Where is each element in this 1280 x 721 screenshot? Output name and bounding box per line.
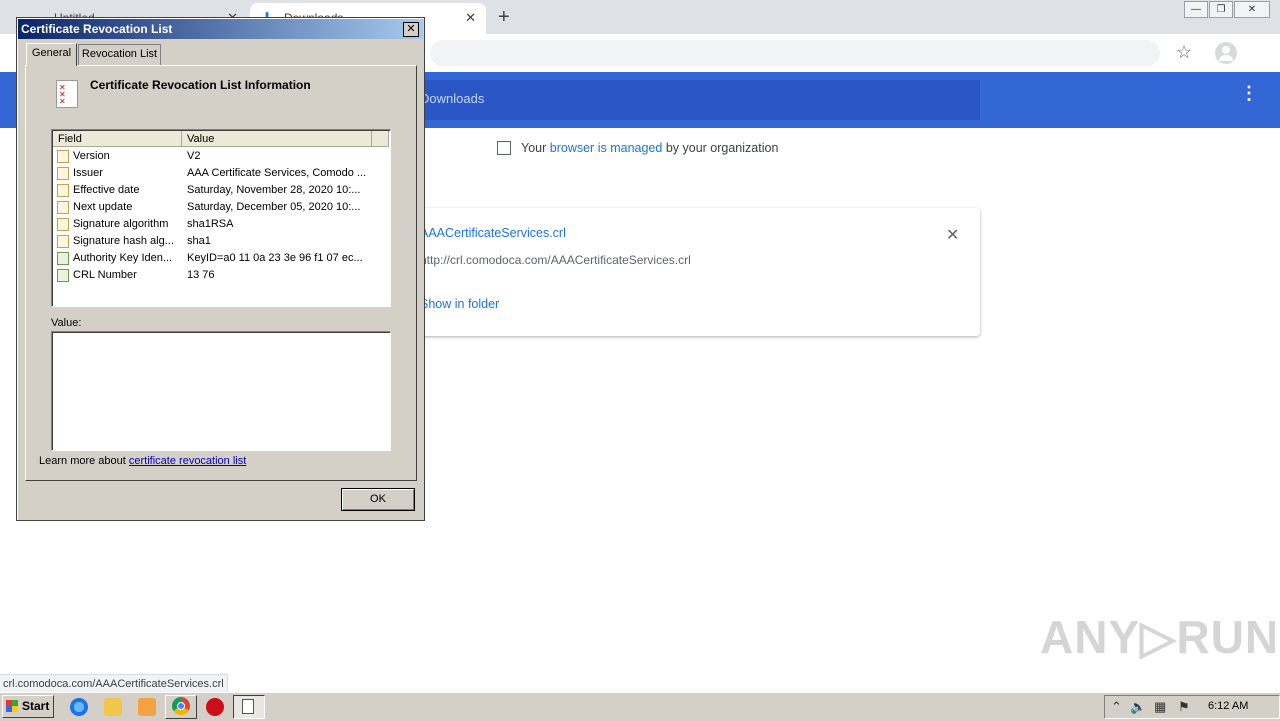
minimize-button[interactable]: — (1184, 1, 1208, 18)
status-bubble: crl.comodoca.com/AAACertificateServices.… (0, 674, 228, 694)
ok-button[interactable]: OK (341, 488, 415, 511)
start-label: Start (22, 699, 50, 713)
managed-suffix: by your organization (665, 141, 779, 155)
download-source-url: http://crl.comodoca.com/AAACertificateSe… (420, 253, 691, 267)
info-heading: Certificate Revocation List Information (90, 78, 311, 92)
list-row[interactable]: Effective date Saturday, November 28, 20… (54, 182, 374, 199)
column-header-field[interactable]: Field (53, 131, 182, 147)
bookmark-star-icon[interactable]: ☆ (1176, 42, 1192, 63)
chrome-icon (172, 697, 190, 715)
tab-revocation-list[interactable]: Revocation List (78, 44, 161, 65)
crl-dialog: Certificate Revocation List ✕ General Re… (16, 17, 425, 521)
list-row[interactable]: Issuer AAA Certificate Services, Comodo … (54, 165, 374, 182)
new-tab-button[interactable]: + (498, 6, 510, 29)
anyrun-watermark: ANY▷RUN (1040, 611, 1280, 663)
row-field: Next update (73, 201, 133, 213)
row-value: sha1 (187, 235, 211, 247)
media-player-icon[interactable] (138, 698, 156, 716)
dialog-title: Certificate Revocation List (21, 22, 173, 36)
row-field: Authority Key Iden... (73, 252, 173, 264)
start-button[interactable]: Start (2, 695, 54, 718)
row-value: sha1RSA (187, 218, 234, 230)
managed-prefix: Your (521, 141, 547, 155)
crl-window-taskbar-button[interactable] (233, 695, 265, 719)
address-bar[interactable] (430, 40, 1160, 66)
crl-document-icon: ✕ ✕ ✕ (56, 80, 78, 108)
opera-icon[interactable] (206, 698, 224, 716)
row-value: V2 (187, 150, 201, 162)
action-center-flag-icon[interactable]: ⚑ (1178, 699, 1190, 715)
crl-help-link[interactable]: certificate revocation list (129, 455, 246, 467)
window-close-button[interactable]: ✕ (1234, 1, 1270, 18)
field-icon (57, 201, 69, 214)
show-hidden-icons-icon[interactable]: ⌃ (1111, 699, 1122, 715)
row-field: Signature hash alg... (73, 235, 174, 247)
extension-icon (57, 269, 69, 282)
managed-notice: Your browser is managed by your organiza… (497, 141, 778, 155)
downloads-title: Downloads (420, 91, 485, 106)
field-icon (57, 150, 69, 163)
row-field: Issuer (73, 167, 103, 179)
file-explorer-icon[interactable] (104, 698, 122, 716)
row-field: Version (73, 150, 110, 162)
row-field: Signature algorithm (73, 218, 169, 230)
learn-prefix: Learn more about (39, 455, 126, 467)
row-value: AAA Certificate Services, Comodo ... (187, 167, 367, 179)
field-list[interactable]: Field Value Version V2 Issuer AAA Certif… (51, 129, 391, 307)
learn-more-text: Learn more about certificate revocation … (39, 455, 246, 467)
extension-icon (57, 252, 69, 265)
row-value: 13 76 (187, 269, 215, 281)
restore-button[interactable]: ❐ (1209, 1, 1233, 18)
list-row[interactable]: Version V2 (54, 148, 374, 165)
dialog-titlebar[interactable]: Certificate Revocation List ✕ (18, 19, 423, 39)
is-text: is (597, 141, 607, 155)
windows-logo-icon (6, 700, 18, 712)
row-value: KeyID=a0 11 0a 23 3e 96 f1 07 ec... (187, 252, 363, 264)
remove-download-icon[interactable]: ✕ (946, 225, 959, 245)
field-icon (57, 235, 69, 248)
tab-general[interactable]: General (26, 43, 77, 66)
field-icon (57, 218, 69, 231)
row-field: Effective date (73, 184, 140, 196)
close-tab-icon[interactable]: ✕ (465, 10, 476, 26)
value-textbox[interactable] (51, 331, 391, 451)
list-row[interactable]: Authority Key Iden... KeyID=a0 11 0a 23 … (54, 250, 374, 267)
column-header-value[interactable]: Value (182, 131, 372, 147)
show-in-folder-link[interactable]: Show in folder (420, 297, 499, 311)
field-icon (57, 167, 69, 180)
field-icon (57, 184, 69, 197)
managed-link[interactable]: managed (610, 141, 662, 155)
dialog-close-button[interactable]: ✕ (403, 22, 419, 37)
download-file-link[interactable]: AAACertificateServices.crl (420, 226, 566, 240)
row-value: Saturday, December 05, 2020 10:... (187, 201, 361, 213)
list-row[interactable]: Signature hash alg... sha1 (54, 233, 374, 250)
internet-explorer-icon[interactable] (70, 698, 88, 716)
building-icon (497, 141, 511, 155)
list-row[interactable]: Signature algorithm sha1RSA (54, 216, 374, 233)
more-options-icon[interactable]: ⋮ (1240, 84, 1258, 102)
browser-link[interactable]: browser (550, 141, 594, 155)
list-row[interactable]: CRL Number 13 76 (54, 267, 374, 284)
list-row[interactable]: Next update Saturday, December 05, 2020 … (54, 199, 374, 216)
value-label: Value: (51, 317, 82, 329)
row-value: Saturday, November 28, 2020 10:... (187, 184, 361, 196)
volume-icon[interactable]: 🔈 (1130, 699, 1146, 715)
row-field: CRL Number (73, 269, 137, 281)
clock[interactable]: 6:12 AM (1208, 700, 1248, 712)
network-icon[interactable]: ▦ (1154, 699, 1166, 715)
column-header-filler (372, 131, 389, 147)
profile-avatar-icon[interactable] (1215, 42, 1237, 64)
